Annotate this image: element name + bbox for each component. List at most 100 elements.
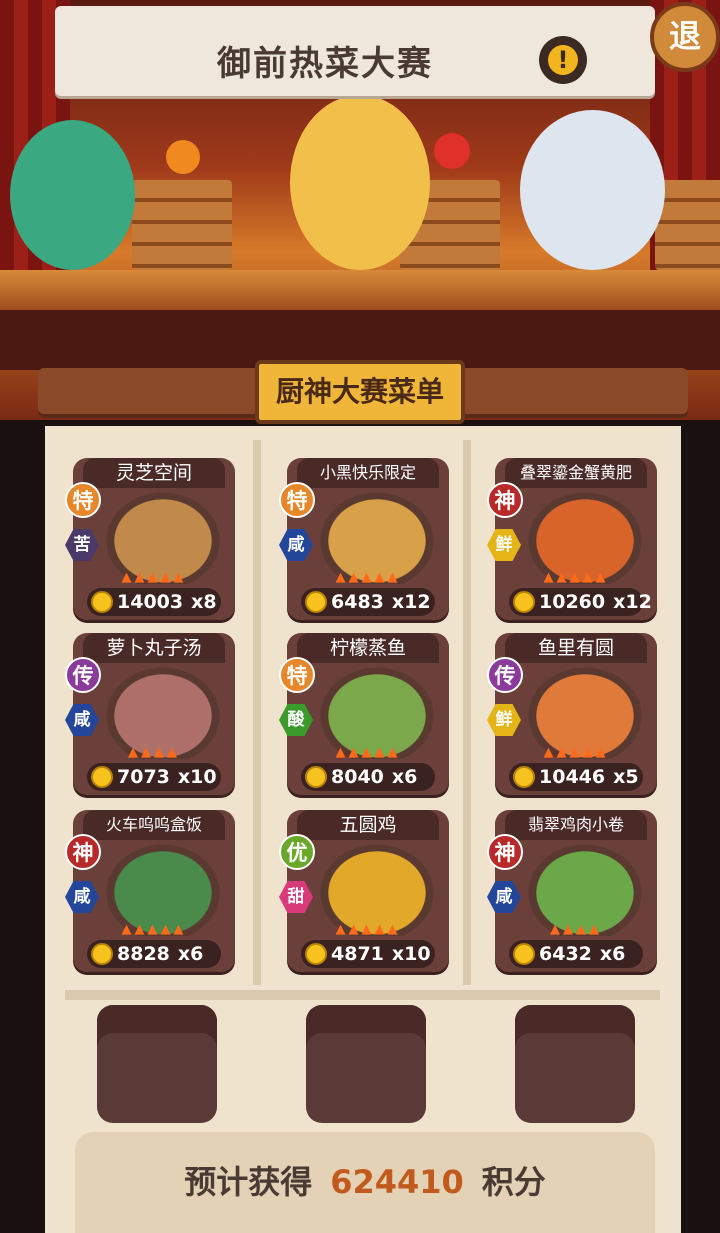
title-banner: 御前热菜大赛 ! <box>55 6 655 96</box>
flame-icon: ▲ <box>167 745 180 760</box>
rank-badge: 特 <box>65 482 101 518</box>
flame-icon: ▲ <box>173 922 187 937</box>
flame-icon: ▲ <box>154 745 167 760</box>
column-divider <box>463 440 471 985</box>
price-bar: 10446 x5 <box>509 763 643 791</box>
flame-icon: ▲ <box>576 922 589 937</box>
dish-price: 6483 <box>331 591 384 613</box>
flame-rating: ▲▲▲▲▲ <box>515 745 637 761</box>
dish-count: x10 <box>177 766 217 788</box>
rank-badge: 传 <box>487 657 523 693</box>
flame-icon: ▲ <box>361 570 375 585</box>
rank-badge: 优 <box>279 834 315 870</box>
flame-icon: ▲ <box>134 922 148 937</box>
flame-icon: ▲ <box>595 745 609 760</box>
flame-rating: ▲▲▲▲▲ <box>93 922 215 938</box>
flame-icon: ▲ <box>589 922 602 937</box>
dish-price: 7073 <box>117 766 170 788</box>
dish-price: 10446 <box>539 766 606 788</box>
flame-icon: ▲ <box>335 745 349 760</box>
coin-icon <box>305 591 327 613</box>
alert-icon[interactable]: ! <box>539 36 587 84</box>
flame-icon: ▲ <box>569 570 583 585</box>
flame-icon: ▲ <box>121 570 135 585</box>
flame-icon: ▲ <box>335 570 349 585</box>
empty-dish-slot[interactable] <box>306 1005 426 1123</box>
menu-title: 厨神大赛菜单 <box>255 360 465 424</box>
dish-count: x10 <box>391 943 431 965</box>
dish-card[interactable]: 叠翠鎏金蟹黄肥神鲜 ▲▲▲▲▲ 10260 x12 <box>487 458 657 620</box>
flame-icon: ▲ <box>387 745 401 760</box>
flame-icon: ▲ <box>595 570 609 585</box>
rank-badge: 传 <box>65 657 101 693</box>
flame-icon: ▲ <box>134 570 148 585</box>
flame-icon: ▲ <box>141 745 154 760</box>
flame-icon: ▲ <box>160 922 174 937</box>
dish-name: 柠檬蒸鱼 <box>297 633 439 663</box>
rank-badge: 神 <box>65 834 101 870</box>
dish-card[interactable]: 翡翠鸡肉小卷神咸 ▲▲▲▲ 6432 x6 <box>487 810 657 972</box>
dish-count: x6 <box>391 766 418 788</box>
flame-icon: ▲ <box>361 922 375 937</box>
flame-icon: ▲ <box>374 745 388 760</box>
dish-name: 灵芝空间 <box>83 458 225 488</box>
expected-points-label: 预计获得 <box>184 1163 313 1201</box>
flame-icon: ▲ <box>582 570 596 585</box>
empty-dish-slot[interactable] <box>515 1005 635 1123</box>
coin-icon <box>305 766 327 788</box>
coin-icon <box>91 591 113 613</box>
dish-name: 火车呜呜盒饭 <box>83 810 225 840</box>
price-bar: 8828 x6 <box>87 940 221 968</box>
apple-fruit <box>434 133 470 169</box>
dish-card[interactable]: 灵芝空间特苦 ▲▲▲▲▲ 14003 x8 <box>65 458 235 620</box>
coin-icon <box>305 943 327 965</box>
price-bar: 14003 x8 <box>87 588 221 616</box>
expected-points-value: 624410 <box>330 1163 464 1201</box>
dish-price: 6432 <box>539 943 592 965</box>
dish-name: 翡翠鸡肉小卷 <box>505 810 647 840</box>
price-bar: 6432 x6 <box>509 940 643 968</box>
price-bar: 7073 x10 <box>87 763 221 791</box>
dish-name: 鱼里有圆 <box>505 633 647 663</box>
flame-icon: ▲ <box>335 922 349 937</box>
rank-badge: 特 <box>279 482 315 518</box>
dish-name: 五圆鸡 <box>297 810 439 840</box>
dish-card[interactable]: 鱼里有圆传鲜 ▲▲▲▲▲ 10446 x5 <box>487 633 657 795</box>
empty-dish-slot[interactable] <box>97 1005 217 1123</box>
dish-count: x6 <box>599 943 626 965</box>
flame-icon: ▲ <box>556 570 570 585</box>
dish-count: x12 <box>613 591 652 613</box>
flame-icon: ▲ <box>569 745 583 760</box>
flame-icon: ▲ <box>121 922 135 937</box>
dish-card[interactable]: 小黑快乐限定特咸 ▲▲▲▲▲ 6483 x12 <box>279 458 449 620</box>
dish-card[interactable]: 五圆鸡优甜 ▲▲▲▲▲ 4871 x10 <box>279 810 449 972</box>
dish-name: 小黑快乐限定 <box>297 458 439 488</box>
dish-price: 10260 <box>539 591 606 613</box>
flame-rating: ▲▲▲▲▲ <box>515 570 637 586</box>
flame-icon: ▲ <box>582 745 596 760</box>
price-bar: 4871 x10 <box>301 940 435 968</box>
flame-icon: ▲ <box>361 745 375 760</box>
exit-button[interactable]: 退 <box>650 2 720 72</box>
price-bar: 6483 x12 <box>301 588 435 616</box>
dish-card[interactable]: 柠檬蒸鱼特酸 ▲▲▲▲▲ 8040 x6 <box>279 633 449 795</box>
flame-icon: ▲ <box>348 570 362 585</box>
flame-icon: ▲ <box>173 570 187 585</box>
flame-rating: ▲▲▲▲▲ <box>307 745 429 761</box>
flame-rating: ▲▲▲▲▲ <box>307 922 429 938</box>
flame-icon: ▲ <box>543 570 557 585</box>
dish-card[interactable]: 萝卜丸子汤传咸 ▲▲▲▲ 7073 x10 <box>65 633 235 795</box>
dish-name: 叠翠鎏金蟹黄肥 <box>505 458 647 488</box>
flame-icon: ▲ <box>348 745 362 760</box>
coin-icon <box>513 943 535 965</box>
dish-count: x5 <box>613 766 639 788</box>
flame-icon: ▲ <box>556 745 570 760</box>
dish-name: 萝卜丸子汤 <box>83 633 225 663</box>
stage-table <box>0 270 720 310</box>
dish-price: 8040 <box>331 766 384 788</box>
flame-icon: ▲ <box>387 922 401 937</box>
dish-card[interactable]: 火车呜呜盒饭神咸 ▲▲▲▲▲ 8828 x6 <box>65 810 235 972</box>
price-bar: 8040 x6 <box>301 763 435 791</box>
dish-count: x6 <box>177 943 204 965</box>
judge-character-right <box>520 110 665 270</box>
